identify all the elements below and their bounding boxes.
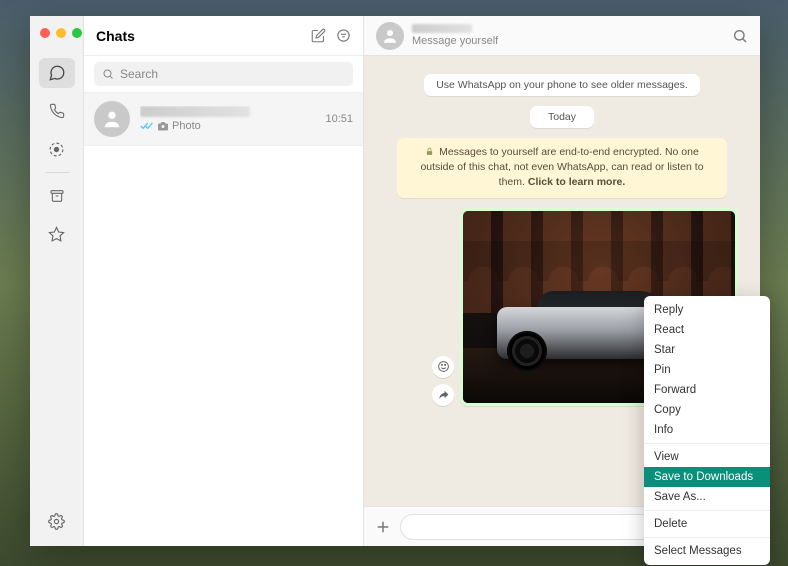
menu-item-reply[interactable]: Reply [644,300,770,320]
star-icon [48,226,65,243]
encryption-banner[interactable]: Messages to yourself are end-to-end encr… [397,138,727,198]
chat-panel: Message yourself Use WhatsApp on your ph… [364,16,760,546]
nav-archive[interactable] [39,181,75,211]
delivered-check-icon [140,121,154,131]
window-controls [30,24,83,54]
smile-icon [437,360,450,373]
menu-separator [644,537,770,538]
chat-preview: Photo [140,120,325,132]
chat-time: 10:51 [325,113,353,125]
chat-search-button[interactable] [732,28,748,44]
context-menu: ReplyReactStarPinForwardCopyInfoViewSave… [644,296,770,565]
date-label: Today [530,106,594,128]
lock-icon [425,147,434,156]
menu-item-pin[interactable]: Pin [644,360,770,380]
chat-list-item[interactable]: Photo 10:51 [84,93,363,146]
attach-button[interactable] [374,518,392,536]
rail-divider [45,172,69,173]
chat-header: Message yourself [364,16,760,56]
nav-settings[interactable] [39,506,75,536]
chat-name-redacted [412,24,472,33]
menu-separator [644,510,770,511]
chat-list-header: Chats [84,16,363,56]
phone-icon [49,103,65,119]
encryption-link[interactable]: Click to learn more. [528,176,625,188]
app-window: Chats Search Photo [30,16,760,546]
settings-icon [48,513,65,530]
menu-item-delete[interactable]: Delete [644,514,770,534]
react-button[interactable] [432,356,454,378]
chat-header-text: Message yourself [412,24,498,47]
search-wrap: Search [84,56,363,93]
avatar [94,101,130,137]
nav-rail [30,16,84,546]
compose-button[interactable] [311,28,326,43]
plus-icon [374,518,392,536]
menu-item-view[interactable]: View [644,447,770,467]
chat-name-redacted [140,106,250,117]
nav-status[interactable] [39,134,75,164]
nav-starred[interactable] [39,219,75,249]
archive-icon [49,188,65,204]
menu-item-copy[interactable]: Copy [644,400,770,420]
chat-list-panel: Chats Search Photo [84,16,364,546]
chats-title: Chats [96,28,301,44]
camera-icon [157,120,169,132]
menu-item-save-to-downloads[interactable]: Save to Downloads [644,467,770,487]
filter-icon [336,28,351,43]
search-input[interactable]: Search [94,62,353,86]
nav-chats[interactable] [39,58,75,88]
message-side-buttons [432,356,454,406]
chat-subtitle: Message yourself [412,35,498,47]
fullscreen-window-button[interactable] [72,28,82,38]
menu-item-info[interactable]: Info [644,420,770,440]
menu-item-forward[interactable]: Forward [644,380,770,400]
avatar [376,22,404,50]
menu-item-star[interactable]: Star [644,340,770,360]
chat-meta: Photo [140,106,325,132]
search-placeholder: Search [120,67,158,81]
search-icon [102,68,114,80]
older-messages-notice: Use WhatsApp on your phone to see older … [424,74,700,96]
menu-item-react[interactable]: React [644,320,770,340]
status-icon [48,141,65,158]
forward-button[interactable] [432,384,454,406]
person-icon [381,27,399,45]
forward-icon [437,388,450,401]
minimize-window-button[interactable] [56,28,66,38]
menu-item-select-messages[interactable]: Select Messages [644,541,770,561]
chat-preview-label: Photo [172,120,201,132]
chat-icon [48,64,66,82]
search-icon [732,28,748,44]
menu-separator [644,443,770,444]
person-icon [101,108,123,130]
filter-button[interactable] [336,28,351,43]
nav-calls[interactable] [39,96,75,126]
compose-icon [311,28,326,43]
menu-item-save-as[interactable]: Save As... [644,487,770,507]
close-window-button[interactable] [40,28,50,38]
